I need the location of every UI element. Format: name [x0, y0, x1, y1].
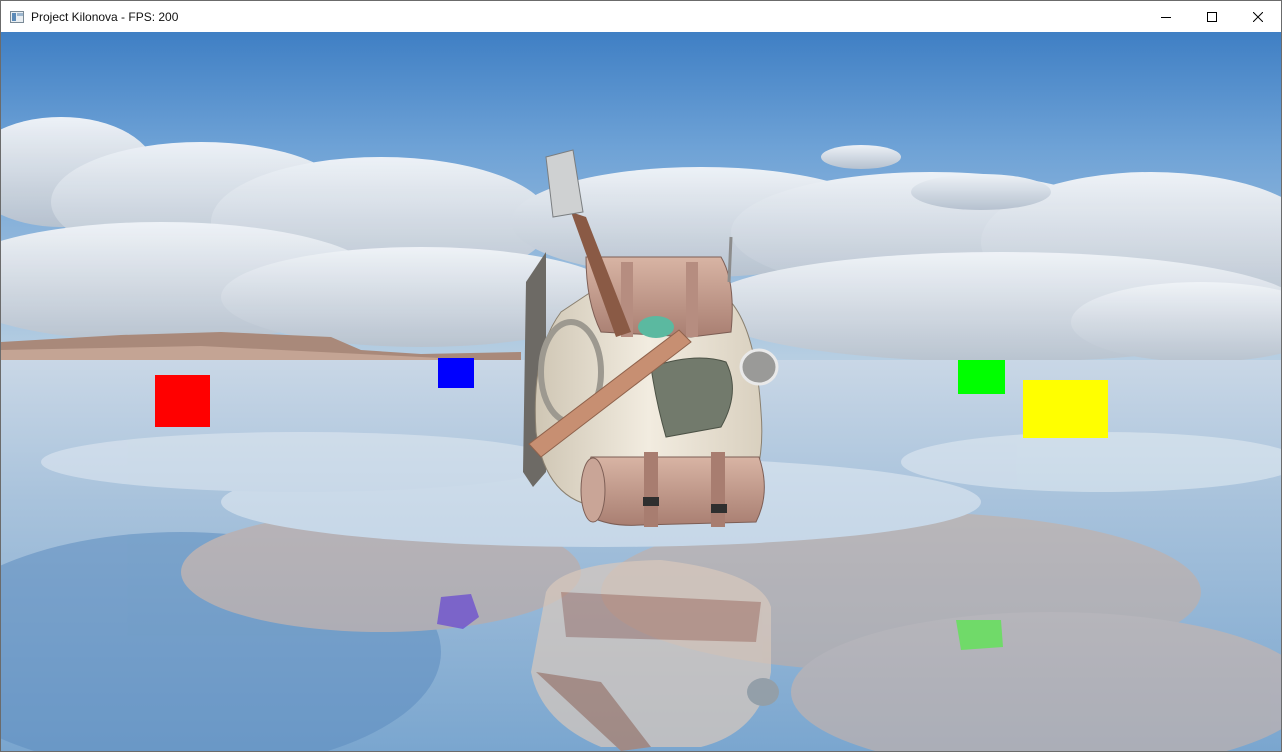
- green-cube: [958, 360, 1005, 394]
- window-title: Project Kilonova - FPS: 200: [31, 9, 179, 24]
- red-cube: [155, 375, 210, 427]
- close-icon: [1253, 11, 1263, 22]
- green-cube-reflection: [956, 620, 1003, 650]
- maximize-button[interactable]: [1189, 1, 1235, 32]
- scene-canvas: [1, 32, 1281, 751]
- title-bar[interactable]: Project Kilonova - FPS: 200: [1, 1, 1281, 32]
- app-window-icon: [10, 10, 24, 23]
- close-button[interactable]: [1235, 1, 1281, 32]
- render-viewport[interactable]: [1, 32, 1281, 751]
- minimize-icon: [1161, 16, 1171, 18]
- backpack-reflection: [531, 560, 779, 751]
- minimize-button[interactable]: [1143, 1, 1189, 32]
- blue-cube: [438, 358, 474, 388]
- yellow-cube: [1023, 380, 1108, 438]
- maximize-icon: [1207, 11, 1217, 22]
- application-window: Project Kilonova - FPS: 200: [0, 0, 1282, 752]
- window-controls: [1143, 1, 1281, 32]
